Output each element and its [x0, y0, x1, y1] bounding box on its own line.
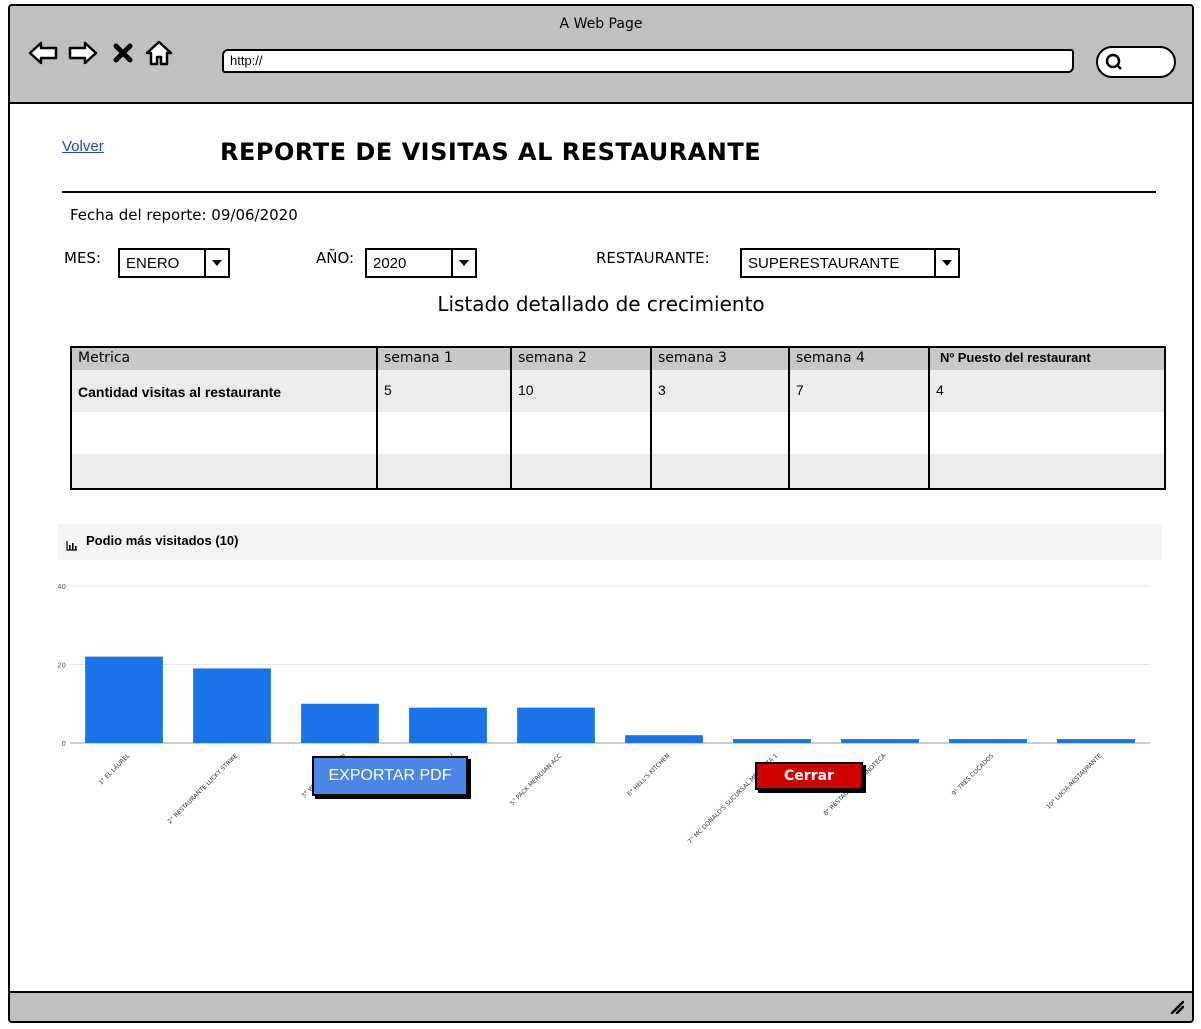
column-divider: [928, 348, 930, 488]
table-cell: 4: [936, 382, 944, 398]
table-row[interactable]: Cantidad visitas al restaurante 5 10 3 7…: [72, 370, 1164, 412]
bar[interactable]: [517, 707, 595, 743]
column-divider: [650, 348, 652, 488]
metrics-table: Metrica semana 1 semana 2 semana 3 seman…: [70, 346, 1166, 490]
column-divider: [510, 348, 512, 488]
bar[interactable]: [733, 739, 811, 743]
month-select-value: ENERO: [126, 254, 180, 272]
chevron-down-icon[interactable]: [451, 250, 475, 276]
restaurant-select-value: SUPERESTAURANTE: [748, 254, 900, 272]
y-tick-label: 40: [57, 583, 66, 591]
table-cell: 7: [796, 382, 804, 398]
bar-chart-icon: [66, 536, 78, 555]
year-select-value: 2020: [373, 254, 407, 272]
back-arrow-icon[interactable]: [28, 38, 58, 68]
bar-chart: 40 20 0: [57, 583, 1150, 746]
year-label: AÑO:: [316, 249, 355, 267]
x-tick-label: 2° RESTAURANTE LUCKY STRIKE: [166, 752, 239, 825]
url-input[interactable]: http://: [222, 49, 1074, 73]
page-title: REPORTE DE VISITAS AL RESTAURANTE: [220, 138, 762, 166]
bar[interactable]: [841, 739, 919, 743]
bar[interactable]: [1057, 739, 1135, 743]
header-cell: Nº Puesto del restaurant: [940, 350, 1091, 365]
y-tick-label: 20: [57, 662, 66, 670]
month-select[interactable]: ENERO: [118, 248, 230, 278]
x-tick-label: 1° EL LAUREL: [97, 752, 131, 786]
browser-window: A Web Page http:// Volver REPORTE DE VIS…: [8, 4, 1194, 1023]
chevron-down-icon[interactable]: [934, 250, 958, 276]
browser-statusbar: [10, 991, 1192, 1021]
x-tick-label: 10° LUCIA RESTAURANTE: [1045, 752, 1103, 810]
report-date: Fecha del reporte: 09/06/2020: [70, 206, 298, 224]
x-tick-label: 6° HELL'S KITCHEN: [626, 752, 671, 797]
chevron-down-icon[interactable]: [204, 250, 228, 276]
table-cell: 3: [658, 382, 666, 398]
close-button[interactable]: Cerrar: [755, 762, 863, 790]
export-pdf-button[interactable]: EXPORTAR PDF: [312, 756, 468, 796]
table-cell: 5: [384, 382, 392, 398]
column-divider: [376, 348, 378, 488]
y-tick-label: 0: [62, 740, 66, 746]
title-divider: [62, 191, 1156, 193]
header-cell: semana 2: [518, 350, 587, 366]
chart-panel-header: Podio más visitados (10): [58, 524, 1162, 560]
header-cell: semana 3: [658, 350, 727, 366]
stop-icon[interactable]: [108, 38, 138, 68]
restaurant-select[interactable]: SUPERESTAURANTE: [740, 248, 960, 278]
header-cell: semana 1: [384, 350, 453, 366]
table-cell: Cantidad visitas al restaurante: [78, 384, 282, 400]
header-cell: semana 4: [796, 350, 865, 366]
search-icon: [1104, 52, 1124, 76]
table-cell: 10: [518, 382, 534, 398]
bar[interactable]: [409, 707, 487, 743]
x-tick-label: 5° PACK MERIDIAN ACC: [509, 752, 564, 807]
bar[interactable]: [949, 739, 1027, 743]
search-box[interactable]: [1096, 46, 1176, 78]
bar[interactable]: [625, 735, 703, 743]
year-select[interactable]: 2020: [365, 248, 477, 278]
table-row[interactable]: [72, 412, 1164, 454]
forward-arrow-icon[interactable]: [68, 38, 98, 68]
back-link[interactable]: Volver: [62, 138, 104, 155]
window-title: A Web Page: [559, 16, 643, 32]
table-row[interactable]: [72, 454, 1164, 488]
restaurant-label: RESTAURANTE:: [596, 249, 710, 267]
bar[interactable]: [301, 703, 379, 743]
bar[interactable]: [85, 656, 163, 743]
home-icon[interactable]: [144, 38, 174, 68]
bar[interactable]: [193, 668, 271, 743]
x-axis-labels: 1° EL LAUREL 2° RESTAURANTE LUCKY STRIKE 3…: [97, 752, 1103, 845]
table-heading: Listado detallado de crecimiento: [437, 292, 765, 316]
month-label: MES:: [64, 249, 101, 267]
x-tick-label: 9° TRES COCADOS: [951, 752, 996, 797]
chart-title: Podio más visitados (10): [86, 533, 239, 548]
table-header-row: Metrica semana 1 semana 2 semana 3 seman…: [72, 348, 1164, 370]
header-cell: Metrica: [78, 350, 131, 366]
resize-grip-icon[interactable]: [1168, 998, 1185, 1019]
column-divider: [788, 348, 790, 488]
browser-toolbar: A Web Page http://: [10, 6, 1192, 104]
